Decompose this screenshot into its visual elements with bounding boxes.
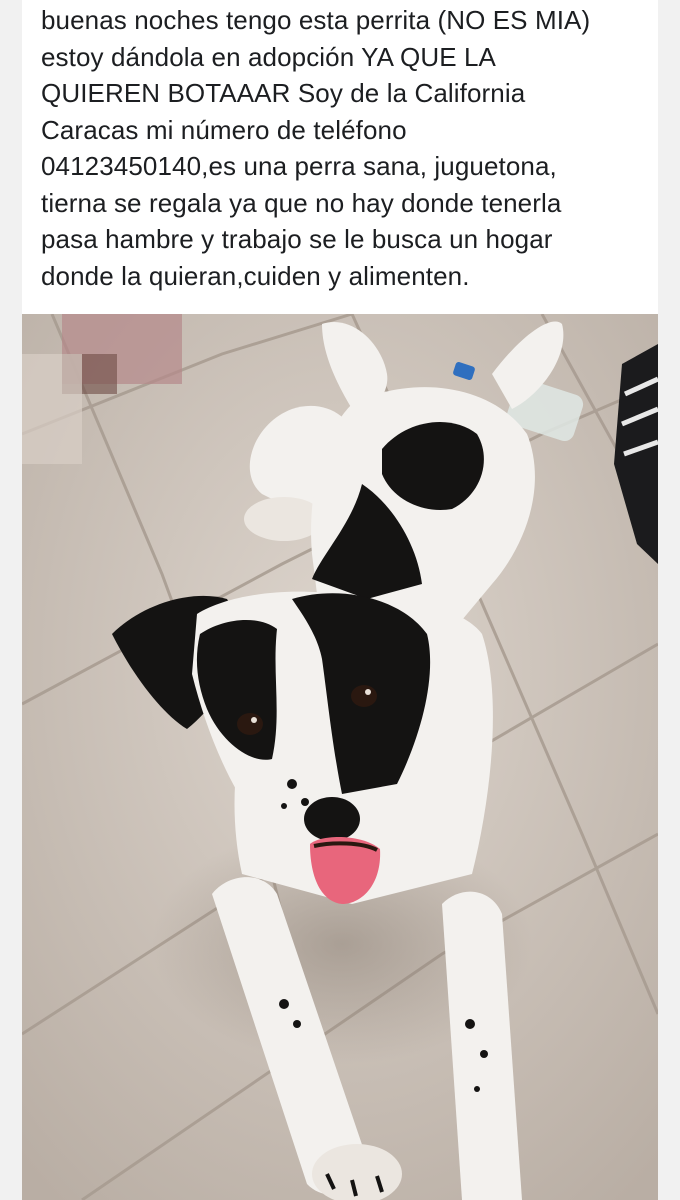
post-photo[interactable]: [22, 314, 658, 1200]
screenshot-page: buenas noches tengo esta perrita (NO ES …: [0, 0, 680, 1200]
post-text: buenas noches tengo esta perrita (NO ES …: [41, 5, 591, 291]
post-card: buenas noches tengo esta perrita (NO ES …: [22, 0, 658, 1200]
dog-photo-illustration: [22, 314, 658, 1200]
